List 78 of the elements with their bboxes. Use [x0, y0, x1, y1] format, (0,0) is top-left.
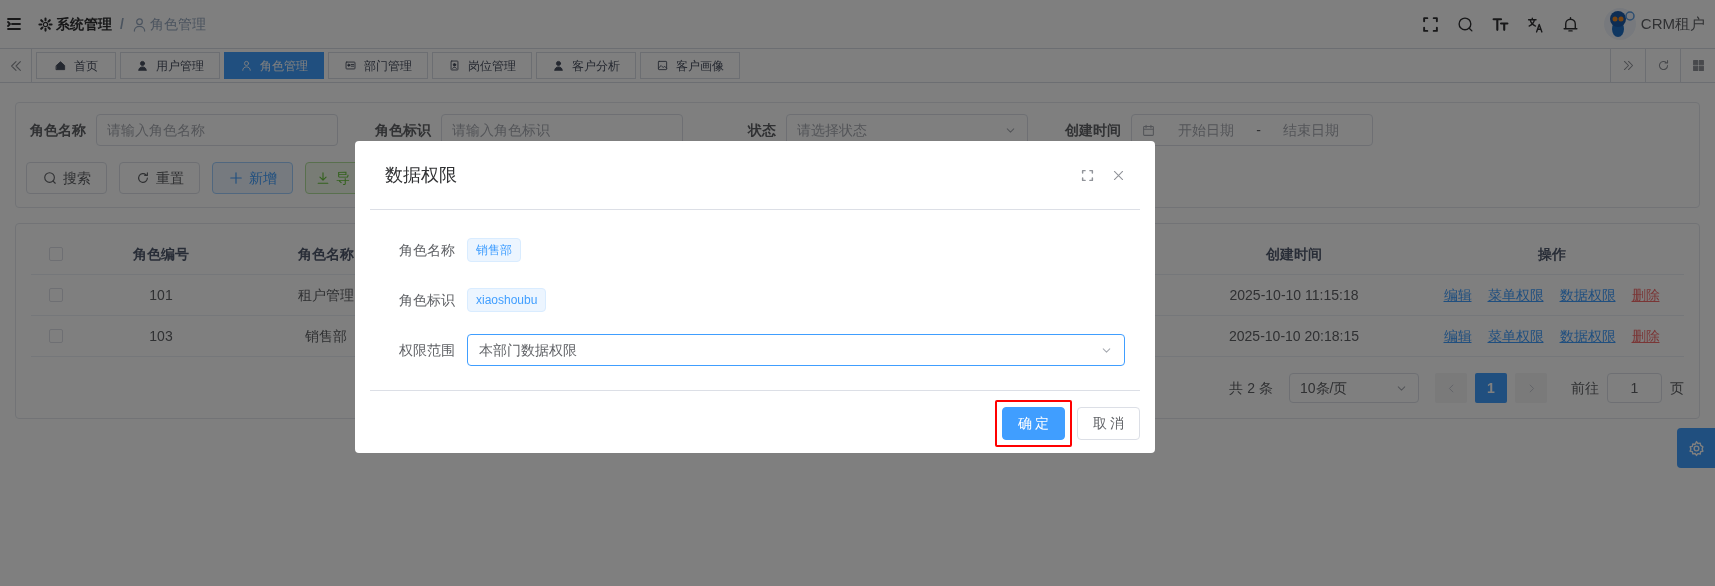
tab[interactable]: 部门管理	[328, 52, 428, 79]
user-icon	[136, 60, 148, 71]
action-link[interactable]: 菜单权限	[1487, 284, 1544, 306]
field-label: 状态	[746, 120, 776, 140]
action-link[interactable]: 数据权限	[1559, 325, 1616, 347]
double-right-icon	[1621, 59, 1635, 72]
toolbar-button[interactable]: 重置	[119, 162, 200, 194]
toolbar-button[interactable]: 搜索	[26, 162, 107, 194]
bell-icon[interactable]	[1561, 15, 1579, 33]
table-cell-text: 2025-10-10 20:18:15	[1229, 326, 1359, 346]
tab[interactable]: 用户管理	[120, 52, 220, 79]
fullscreen-icon[interactable]	[1081, 168, 1094, 182]
double-left-icon	[8, 58, 23, 73]
tab[interactable]: 角色管理	[224, 52, 324, 79]
field-label: 角色标识	[398, 290, 456, 310]
delete-link[interactable]: 删除	[1631, 284, 1660, 306]
search-icon	[42, 171, 57, 185]
cancel-button[interactable]: 取 消	[1077, 407, 1140, 440]
select-field[interactable]: 本部门数据权限	[467, 334, 1125, 366]
action-link[interactable]: 编辑	[1443, 325, 1472, 347]
table-cell-text: 2025-10-10 11:15:18	[1229, 285, 1359, 305]
action-link[interactable]: 编辑	[1443, 284, 1472, 306]
page-input[interactable]: 1	[1607, 373, 1662, 403]
field-label: 角色名称	[398, 240, 456, 260]
column-header: 角色编号	[133, 244, 189, 264]
table-cell-text: 101	[149, 285, 173, 305]
page-size-select[interactable]: 10条/页	[1289, 373, 1419, 403]
calendar-icon	[1142, 123, 1155, 137]
avatar-icon[interactable]	[1602, 7, 1637, 41]
total-count: 共 2 条	[1229, 378, 1273, 398]
tag: xiaoshoubu	[467, 288, 547, 312]
menu-icon[interactable]	[6, 16, 22, 32]
tab[interactable]: 客户画像	[640, 52, 740, 79]
toolbar-button[interactable]: 新增	[212, 162, 293, 194]
user-icon	[240, 60, 252, 71]
id-card-icon	[344, 60, 356, 71]
download-icon	[316, 171, 330, 185]
gear-icon	[38, 16, 53, 32]
field-label: 创建时间	[1064, 120, 1121, 140]
tag: 销售部	[467, 238, 521, 262]
settings-icon	[1687, 439, 1705, 457]
breadcrumb-separator: /	[120, 14, 124, 34]
action-link[interactable]: 菜单权限	[1487, 325, 1544, 347]
tab[interactable]: 岗位管理	[432, 52, 532, 79]
goto-suffix: 页	[1670, 378, 1684, 398]
search-icon[interactable]	[1456, 15, 1474, 33]
tab[interactable]: 首页	[36, 52, 116, 79]
confirm-button[interactable]: 确 定	[1002, 407, 1065, 440]
plus-icon	[228, 171, 243, 185]
grid-icon	[1691, 59, 1705, 72]
action-link[interactable]: 数据权限	[1559, 284, 1616, 306]
font-size-icon[interactable]	[1491, 15, 1509, 33]
breadcrumb-item[interactable]: 系统管理	[56, 13, 112, 35]
column-header: 角色名称	[298, 244, 354, 264]
tab[interactable]: 客户分析	[536, 52, 636, 79]
user-name[interactable]: CRM租户	[1640, 12, 1705, 36]
column-header: 创建时间	[1266, 244, 1322, 264]
image-icon	[656, 60, 668, 71]
badge-icon	[448, 60, 460, 71]
user-icon	[131, 16, 147, 32]
table-cell-text: 销售部	[305, 326, 347, 346]
delete-link[interactable]: 删除	[1631, 325, 1660, 347]
field-label: 权限范围	[398, 340, 456, 360]
table-cell-text: 租户管理	[298, 285, 354, 305]
column-header: 操作	[1537, 244, 1566, 264]
field-label: 角色标识	[374, 120, 431, 140]
refresh-icon	[135, 171, 150, 185]
home-icon	[54, 60, 66, 71]
goto-label: 前往	[1571, 378, 1599, 398]
fullscreen-icon[interactable]	[1421, 15, 1439, 33]
user-icon	[552, 60, 564, 71]
field-label: 角色名称	[29, 120, 86, 140]
settings-button[interactable]	[1677, 428, 1715, 468]
table-cell-text: 103	[149, 326, 173, 346]
refresh-icon	[1656, 59, 1670, 72]
page-number[interactable]: 1	[1475, 373, 1507, 403]
close-icon[interactable]	[1112, 168, 1125, 182]
translate-icon[interactable]	[1526, 15, 1544, 33]
